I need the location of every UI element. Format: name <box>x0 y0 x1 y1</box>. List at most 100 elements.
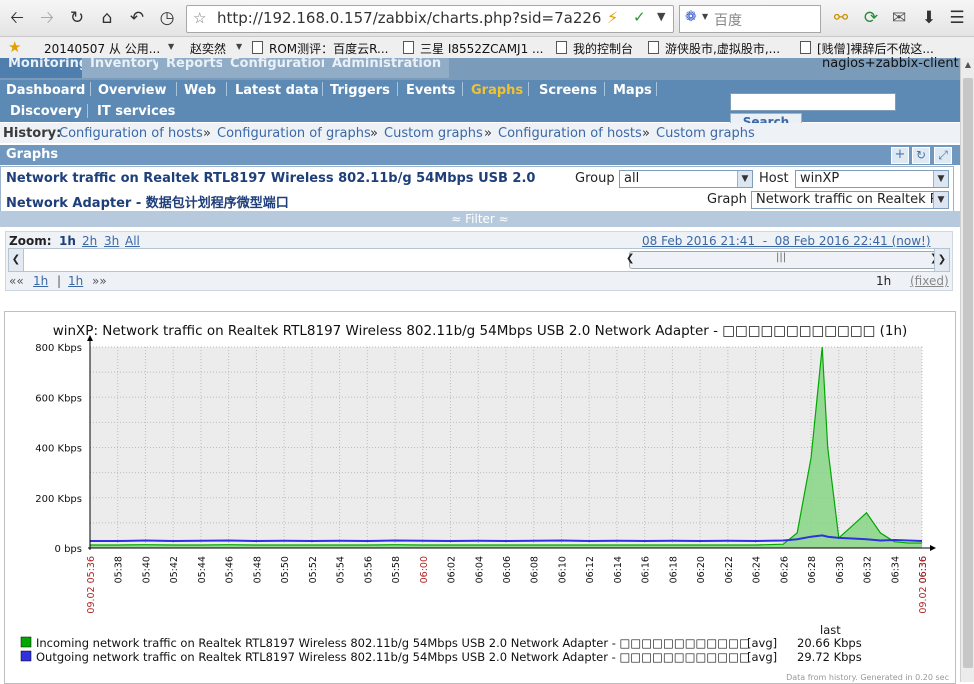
zoom-all[interactable]: All <box>125 234 140 248</box>
nav-dashboard[interactable]: Dashboard <box>6 83 85 98</box>
period-left-handle-icon[interactable]: ❮ <box>626 253 634 264</box>
history-clock-icon[interactable]: ◷ <box>156 7 178 29</box>
nav-triggers[interactable]: Triggers <box>330 83 390 98</box>
refresh-icon[interactable]: ↻ <box>912 147 930 164</box>
reload-icon[interactable]: ↻ <box>66 7 88 29</box>
legend-swatch <box>20 650 32 662</box>
bookmark-item[interactable]: 我的控制台 <box>556 40 633 57</box>
scroll-up-icon[interactable]: ▲ <box>962 60 974 74</box>
fullscreen-icon[interactable]: ⤢ <box>934 147 952 164</box>
search-engine-box[interactable]: ❁ ▼ 百度 <box>679 5 821 33</box>
period-range[interactable]: 08 Feb 2016 21:41 - 08 Feb 2016 22:41 (n… <box>642 234 931 248</box>
bookmark-item[interactable]: [贱僧]裸辞后不做这... <box>800 40 934 57</box>
legend-avg-value: 20.66 Kbps <box>797 636 862 650</box>
fixed-toggle[interactable]: (fixed) <box>910 274 949 288</box>
download-icon[interactable]: ⬇ <box>918 7 940 29</box>
nav-separator <box>322 82 323 96</box>
host-label: Host <box>759 171 789 186</box>
scroll-left-icon[interactable]: ❮ <box>9 249 24 271</box>
search-input[interactable] <box>730 93 896 111</box>
zoom-label: Zoom: <box>9 234 52 248</box>
network-traffic-chart[interactable]: winXP: Network traffic on Realtek RTL819… <box>5 312 955 683</box>
y-tick-label: 0 bps <box>55 544 82 555</box>
bookmark-item[interactable]: 20140507 从 公用... <box>44 40 160 57</box>
nav-screens[interactable]: Screens <box>539 83 597 98</box>
engine-dropdown-icon[interactable]: ▼ <box>702 12 708 21</box>
page-scrollbar[interactable]: ▲ <box>960 58 974 682</box>
nav-latest-data[interactable]: Latest data <box>235 83 319 98</box>
breadcrumb-link[interactable]: Configuration of hosts <box>498 126 642 141</box>
y-tick-label: 600 Kbps <box>35 393 82 404</box>
lightning-icon[interactable]: ⚡ <box>607 8 618 27</box>
x-tick-label: 05:56 <box>363 556 374 583</box>
x-tick-label: 06:18 <box>668 556 679 583</box>
x-tick-label: 06:06 <box>502 556 513 583</box>
key-icon[interactable]: ⚯ <box>830 7 852 29</box>
graph-select[interactable]: Network traffic on Realtek R ▼ <box>751 191 949 209</box>
host-value: winXP <box>800 171 840 186</box>
bookmark-item[interactable]: ROM测评：百度云R... <box>252 40 389 57</box>
x-tick-label: 06:30 <box>835 556 846 583</box>
star-bookmark-icon[interactable]: ☆ <box>193 9 206 27</box>
tab-reports[interactable]: Reports <box>158 57 232 78</box>
zoom-1h[interactable]: 1h <box>59 234 76 248</box>
chevron-down-icon: ▼ <box>737 171 752 187</box>
bookmark-label: 三星 I8552ZCAMJ1 ... <box>420 42 544 56</box>
add-to-favourites-icon[interactable]: + <box>891 147 909 164</box>
legend-avg-value: 29.72 Kbps <box>797 650 862 664</box>
menu-icon[interactable]: ☰ <box>946 7 968 29</box>
nav-events[interactable]: Events <box>406 83 455 98</box>
period-thumb[interactable]: ❮ ||| ❯ <box>626 251 938 269</box>
nav-forward-1h[interactable]: 1h <box>68 274 83 288</box>
addon-icon[interactable]: ⟳ <box>860 7 882 29</box>
chevron-down-icon[interactable]: ▼ <box>168 42 174 51</box>
nav-maps[interactable]: Maps <box>613 83 652 98</box>
nav-back-far[interactable]: «« <box>9 274 24 288</box>
bookmark-item[interactable]: 赵奕然 <box>190 40 226 57</box>
breadcrumb-link[interactable]: Custom graphs <box>384 126 483 141</box>
forward-icon[interactable]: 🡢 <box>36 7 58 29</box>
plugin-icon[interactable]: ✓ <box>633 8 646 26</box>
y-tick-label: 200 Kbps <box>35 494 82 505</box>
scroll-right-icon[interactable]: ❯ <box>934 249 949 271</box>
period-scrollbar[interactable]: ❮ ❮ ||| ❯ ❯ <box>8 248 950 272</box>
period-value: 1h <box>876 274 892 288</box>
breadcrumb-link[interactable]: Configuration of hosts <box>59 126 203 141</box>
nav-overview[interactable]: Overview <box>98 83 167 98</box>
zoom-3h[interactable]: 3h <box>104 234 119 248</box>
tab-administration[interactable]: Administration <box>324 57 450 78</box>
browser-toolbar: 🡠 🡢 ↻ ⌂ ↶ ◷ ☆ http://192.168.0.157/zabbi… <box>0 0 974 37</box>
nav-it-services[interactable]: IT services <box>97 104 175 119</box>
tab-inventory[interactable]: Inventory <box>82 57 169 78</box>
breadcrumb-link[interactable]: Configuration of graphs <box>217 126 371 141</box>
page-icon <box>556 41 567 54</box>
breadcrumb-link[interactable]: Custom graphs <box>656 126 755 141</box>
legend-aggregate: [avg] <box>747 636 777 650</box>
url-dropdown-icon[interactable]: ▼ <box>657 10 665 23</box>
group-select[interactable]: all ▼ <box>619 170 753 188</box>
breadcrumb: History: Configuration of hosts » Config… <box>0 123 960 143</box>
back-icon[interactable]: 🡠 <box>6 7 28 29</box>
nav-forward-far[interactable]: »» <box>92 274 107 288</box>
bookmark-item[interactable]: 游侠股市,虚拟股市,... <box>648 40 780 57</box>
filter-toggle[interactable]: ≈ Filter ≈ <box>0 211 960 227</box>
host-select[interactable]: winXP ▼ <box>795 170 949 188</box>
mail-icon[interactable]: ✉ <box>888 7 910 29</box>
nav-discovery[interactable]: Discovery <box>10 104 82 119</box>
x-tick-label: 06:10 <box>557 556 568 583</box>
address-bar[interactable]: ☆ http://192.168.0.157/zabbix/charts.php… <box>186 5 674 33</box>
nav-graphs[interactable]: Graphs <box>471 83 523 98</box>
zoom-2h[interactable]: 2h <box>82 234 97 248</box>
tab-configuration[interactable]: Configuration <box>222 57 338 78</box>
nav-back-1h[interactable]: 1h <box>33 274 48 288</box>
chevron-down-icon[interactable]: ▼ <box>236 42 242 51</box>
x-tick-label: 05:46 <box>225 556 236 583</box>
baidu-paw-icon[interactable]: ❁ <box>685 9 697 25</box>
bookmark-item[interactable]: 三星 I8552ZCAMJ1 ... <box>403 40 544 57</box>
scroll-thumb[interactable] <box>963 78 973 668</box>
group-label: Group <box>575 171 615 186</box>
undo-icon[interactable]: ↶ <box>126 7 148 29</box>
bookmarks-star-icon[interactable]: ★ <box>8 38 21 56</box>
home-icon[interactable]: ⌂ <box>96 7 118 29</box>
nav-web[interactable]: Web <box>184 83 216 98</box>
